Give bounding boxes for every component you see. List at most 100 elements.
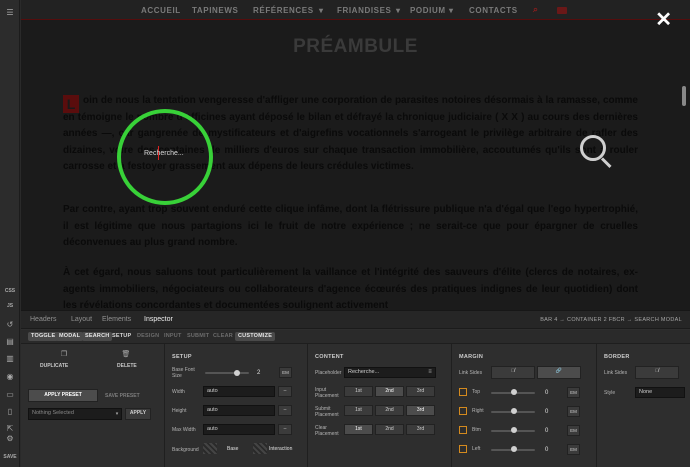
tab-inspector[interactable]: Inspector <box>144 316 173 323</box>
base-font-slider[interactable] <box>205 372 249 374</box>
margin-bottom-value[interactable]: 0 <box>545 428 548 434</box>
placeholder-input[interactable]: Recherche... <box>344 367 436 378</box>
subtab-customize[interactable]: CUSTOMIZE <box>235 332 276 341</box>
base-font-size-value[interactable]: 2 <box>257 370 260 376</box>
subtab-input[interactable]: INPUT <box>161 332 185 341</box>
border-unlink-button[interactable]: ⛓̸ <box>635 366 679 379</box>
divider <box>307 344 308 467</box>
margin-left-knob[interactable] <box>511 446 517 452</box>
apply-button[interactable]: APPLY <box>125 408 151 420</box>
max-width-unit-button[interactable]: – <box>278 424 292 435</box>
subtab-toggle[interactable]: TOGGLE <box>28 332 59 341</box>
input-placement-label: Input Placement <box>315 387 339 399</box>
background-base-label: Base <box>227 446 239 452</box>
margin-heading: MARGIN <box>459 354 484 360</box>
clear-placement-1st[interactable]: 1st <box>344 424 373 435</box>
width-input[interactable]: auto <box>203 386 275 397</box>
input-placement-2nd[interactable]: 2nd <box>375 386 404 397</box>
scrollbar-thumb[interactable] <box>682 86 686 106</box>
margin-bottom-knob[interactable] <box>511 427 517 433</box>
input-placement-1st[interactable]: 1st <box>344 386 373 397</box>
divider <box>164 344 165 467</box>
base-font-size-label: Base Font Size <box>172 367 195 379</box>
trash-icon[interactable]: 🗑 <box>121 351 131 359</box>
height-input[interactable]: auto <box>203 405 275 416</box>
margin-top-knob[interactable] <box>511 389 517 395</box>
input-placement-3rd[interactable]: 3rd <box>406 386 435 397</box>
save-button[interactable]: SAVE <box>2 452 18 462</box>
js-button[interactable]: JS <box>4 301 16 311</box>
panel-tabs: Headers Layout Elements Inspector BAR 4 … <box>21 311 690 329</box>
settings-icon[interactable]: ⚙ <box>4 434 16 444</box>
highlight-circle <box>117 109 213 205</box>
nav-tapinews[interactable]: TAPINEWS <box>192 6 238 15</box>
clear-placement-label: Clear Placement <box>315 425 339 437</box>
tablet-icon[interactable]: ▭ <box>4 390 16 400</box>
tab-headers[interactable]: Headers <box>30 316 56 323</box>
border-style-select[interactable]: None <box>635 387 685 398</box>
duplicate-button[interactable]: DUPLICATE <box>40 363 68 369</box>
search-input[interactable]: Recherche... <box>144 150 184 157</box>
clear-placement-3rd[interactable]: 3rd <box>406 424 435 435</box>
margin-top-unit[interactable]: EM <box>567 387 580 398</box>
nav-contacts[interactable]: CONTACTS <box>469 6 518 15</box>
nav-references-caret: ▾ <box>319 6 324 15</box>
margin-left-unit[interactable]: EM <box>567 444 580 455</box>
base-font-slider-knob[interactable] <box>234 370 240 376</box>
duplicate-icon[interactable]: ❐ <box>59 351 69 359</box>
tab-elements[interactable]: Elements <box>102 316 131 323</box>
nav-podium[interactable]: PODIUM <box>410 6 446 15</box>
base-color-swatch[interactable] <box>203 443 217 454</box>
clear-placement-2nd[interactable]: 2nd <box>375 424 404 435</box>
nav-flag-icon[interactable] <box>557 7 567 14</box>
margin-right-knob[interactable] <box>511 408 517 414</box>
margin-unlink-button[interactable]: ⛓̸ <box>491 366 535 379</box>
export-icon[interactable]: ⇱ <box>4 424 16 434</box>
save-preset-button[interactable]: SAVE PRESET <box>105 393 140 399</box>
submit-placement-label: Submit Placement <box>315 406 339 418</box>
margin-right-icon <box>459 407 467 415</box>
builder-window: ☰ CSS JS ↺ ▤ ▥ ◉ ▭ ▯ ⇱ ⚙ SAVE ACCUEIL TA… <box>0 0 690 467</box>
background-interaction-label: Interaction <box>269 446 293 452</box>
apply-preset-button[interactable]: APPLY PRESET <box>28 389 98 402</box>
max-width-input[interactable]: auto <box>203 424 275 435</box>
page-title: PRÉAMBULE <box>293 36 418 57</box>
nav-references[interactable]: RÉFÉRENCES <box>253 6 314 15</box>
subtab-modal[interactable]: MODAL <box>56 332 84 341</box>
height-unit-button[interactable]: – <box>278 405 292 416</box>
subtab-setup[interactable]: SETUP <box>109 332 134 341</box>
subtab-search[interactable]: SEARCH <box>82 332 113 341</box>
preset-select[interactable]: Nothing Selected <box>28 408 122 420</box>
margin-right-unit[interactable]: EM <box>567 406 580 417</box>
submit-placement-1st[interactable]: 1st <box>344 405 373 416</box>
subtab-design[interactable]: DESIGN <box>134 332 162 341</box>
subtab-clear[interactable]: CLEAR <box>210 332 236 341</box>
delete-button[interactable]: DELETE <box>117 363 137 369</box>
margin-link-icon[interactable]: 🔗 <box>537 366 581 379</box>
menu-icon[interactable]: ☰ <box>4 8 16 18</box>
history-icon[interactable]: ↺ <box>4 320 16 330</box>
css-button[interactable]: CSS <box>4 286 16 296</box>
chevron-down-icon: ▾ <box>115 411 119 417</box>
nav-friandises[interactable]: FRIANDISES <box>337 6 391 15</box>
preview-icon[interactable]: ◉ <box>4 372 16 382</box>
nav-search-icon[interactable]: ⌕ <box>533 4 539 15</box>
margin-top-value[interactable]: 0 <box>545 390 548 396</box>
submit-placement-2nd[interactable]: 2nd <box>375 405 404 416</box>
margin-right-value[interactable]: 0 <box>545 409 548 415</box>
nav-accueil[interactable]: ACCUEIL <box>141 6 181 15</box>
layers-icon[interactable]: ▥ <box>4 354 16 364</box>
breadcrumb[interactable]: BAR 4 → CONTAINER 2 FBCR → SEARCH MODAL <box>540 317 682 323</box>
interaction-color-swatch[interactable] <box>253 443 267 454</box>
subtab-submit[interactable]: SUBMIT <box>184 332 212 341</box>
base-font-unit[interactable]: EM <box>279 367 292 378</box>
tab-layout[interactable]: Layout <box>71 316 92 323</box>
width-unit-button[interactable]: – <box>278 386 292 397</box>
close-icon[interactable]: ✕ <box>655 10 672 30</box>
margin-bottom-unit[interactable]: EM <box>567 425 580 436</box>
submit-placement-3rd[interactable]: 3rd <box>406 405 435 416</box>
pages-icon[interactable]: ▤ <box>4 337 16 347</box>
paragraph-3: À cet égard, nous saluons tout particuli… <box>63 267 638 310</box>
margin-left-value[interactable]: 0 <box>545 447 548 453</box>
mobile-icon[interactable]: ▯ <box>4 407 16 417</box>
